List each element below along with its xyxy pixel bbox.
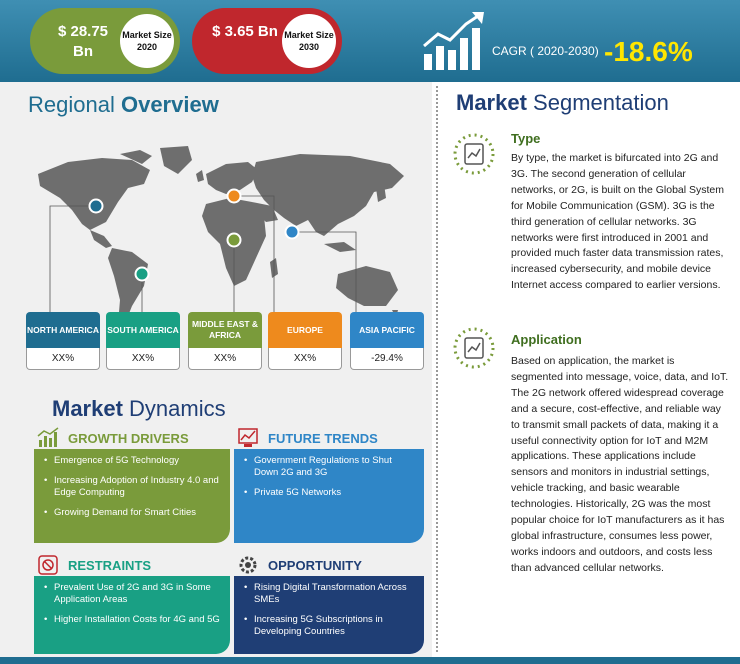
region-name: SOUTH AMERICA [106,312,180,348]
region-value: XX% [268,348,342,370]
application-description: Based on application, the market is segm… [511,355,729,574]
opportunity-item: Increasing 5G Subscriptions in Developin… [244,614,416,638]
region-card-middle-east-africa: MIDDLE EAST & AFRICA XX% [188,312,262,370]
region-card-asia-pacific: ASIA PACIFIC -29.4% [350,312,424,370]
future-trends-title: FUTURE TRENDS [268,430,378,446]
world-map [38,146,404,326]
future-trends-heading: FUTURE TRENDS [236,426,378,450]
column-divider [436,86,438,652]
asia-pacific-marker [284,224,300,240]
region-name: NORTH AMERICA [26,312,100,348]
opportunity-title: OPPORTUNITY [268,557,362,573]
market-size-2030-label: Market Size 2030 [282,14,336,68]
regional-title-part2: Overview [120,92,219,117]
growth-driver-item: Increasing Adoption of Industry 4.0 and … [44,475,222,499]
restraint-item: Higher Installation Costs for 4G and 5G [44,614,222,626]
region-card-south-america: SOUTH AMERICA XX% [106,312,180,370]
region-value: XX% [106,348,180,370]
restraints-heading: RESTRAINTS [36,553,151,577]
gear-icon [239,556,257,574]
market-size-2030-pill: $ 3.65 Bn Market Size 2030 [192,8,342,74]
restraints-title: RESTRAINTS [68,557,152,573]
growth-driver-item: Emergence of 5G Technology [44,455,222,467]
north-america-marker [88,198,104,214]
opportunity-heading: OPPORTUNITY [236,553,362,577]
mea-marker [226,232,242,248]
south-america-marker [134,266,150,282]
market-segmentation-title: Market Segmentation [456,90,669,116]
region-name: ASIA PACIFIC [350,312,424,348]
future-trend-item: Private 5G Networks [244,487,416,499]
region-value: -29.4% [350,348,424,370]
europe-marker [226,188,242,204]
segmentation-title-part2: Segmentation [533,90,669,115]
application-title: Application [511,332,582,347]
region-card-north-america: NORTH AMERICA XX% [26,312,100,370]
market-size-2020-label: Market Size 2020 [120,14,174,68]
opportunity-item: Rising Digital Transformation Across SME… [244,582,416,606]
market-size-2020-value: $ 28.75 Bn [57,23,109,60]
restraint-item: Prevalent Use of 2G and 3G in Some Appli… [44,582,222,606]
dynamics-title-part1: Market [52,396,123,421]
growth-driver-item: Growing Demand for Smart Cities [44,507,222,519]
growth-chart-icon [423,12,484,70]
growth-drivers-heading: GROWTH DRIVERS [36,426,189,450]
regional-overview-title: Regional Overview [28,92,219,118]
footer-bar [0,657,740,664]
trend-analysis-icon [238,428,258,447]
region-name: EUROPE [268,312,342,348]
cagr-value: -18.6% [604,36,693,67]
type-title: Type [511,131,541,146]
header-banner: $ 28.75 Bn Market Size 2020 $ 3.65 Bn Ma… [0,0,740,82]
regional-title-part1: Regional [28,92,115,117]
region-value: XX% [26,348,100,370]
dynamics-title-part2: Dynamics [129,396,226,421]
growth-drivers-box: Emergence of 5G Technology Increasing Ad… [34,449,230,543]
region-value: XX% [188,348,262,370]
application-segment-icon [453,327,495,369]
market-dynamics-title: Market Dynamics [52,396,226,422]
market-size-2030-value: $ 3.65 Bn [212,23,278,40]
market-size-2020-pill: $ 28.75 Bn Market Size 2020 [30,8,180,74]
type-segment-icon [453,133,495,175]
cagr-label: CAGR ( 2020-2030) [492,44,599,58]
future-trend-item: Government Regulations to Shut Down 2G a… [244,455,416,479]
bar-chart-icon [37,427,59,447]
segmentation-title-part1: Market [456,90,527,115]
region-card-europe: EUROPE XX% [268,312,342,370]
opportunity-box: Rising Digital Transformation Across SME… [234,576,424,654]
restraint-icon [38,555,58,575]
left-panel: Regional Overview NORTH AMERICA XX% SOUT… [0,82,432,657]
type-description: By type, the market is bifurcated into 2… [511,152,725,292]
growth-drivers-title: GROWTH DRIVERS [68,430,189,446]
future-trends-box: Government Regulations to Shut Down 2G a… [234,449,424,543]
region-name: MIDDLE EAST & AFRICA [188,312,262,348]
restraints-box: Prevalent Use of 2G and 3G in Some Appli… [34,576,230,654]
